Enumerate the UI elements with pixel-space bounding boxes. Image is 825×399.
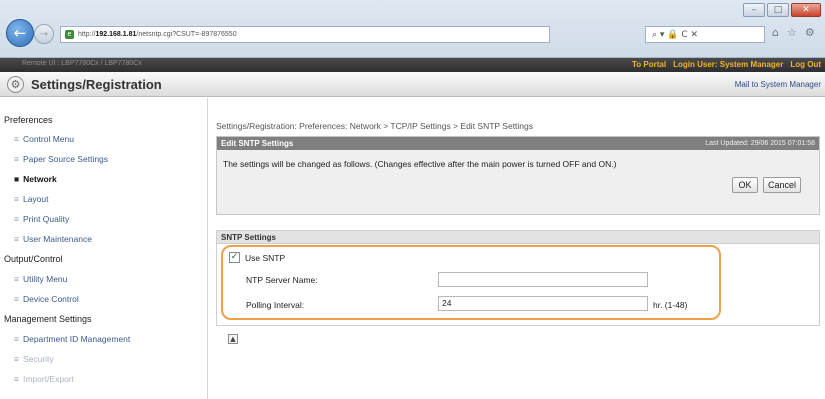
sidebar-item-utility-menu[interactable]: ≡ Utility Menu [14, 274, 67, 284]
edit-sntp-header: Edit SNTP Settings Last Updated: 29/06 2… [217, 137, 819, 150]
url-path: /netsntp.cgi?CSUT=-897876550 [136, 31, 237, 38]
sidebar-item-import-export[interactable]: ≡ Import/Export [14, 374, 74, 384]
page-header: ⚙ Settings/Registration Mail to System M… [0, 72, 825, 97]
use-sntp-label: Use SNTP [245, 253, 286, 263]
settings-gear-icon: ⚙ [7, 76, 24, 93]
sntp-settings-header: SNTP Settings [217, 231, 819, 244]
sidebar-item-label: User Maintenance [22, 234, 92, 244]
sidebar: Preferences ≡ Control Menu ≡ Paper Source … [0, 98, 208, 399]
cancel-button[interactable]: Cancel [763, 177, 801, 193]
back-arrow-icon[interactable]: ← [6, 19, 34, 47]
sidebar-group-preferences: Preferences [4, 115, 53, 125]
polling-interval-label: Polling Interval: [246, 300, 305, 310]
edit-sntp-panel: Edit SNTP Settings Last Updated: 29/06 2… [216, 136, 820, 215]
page-title: Settings/Registration [31, 77, 162, 92]
address-bar[interactable]: e http:// 192.168.1.81 /netsntp.cgi?CSUT… [60, 26, 550, 43]
portal-links: To Portal Login User: System Manager Log… [632, 60, 821, 69]
sidebar-group-output-control: Output/Control [4, 254, 63, 264]
home-icon[interactable]: ⌂ [772, 26, 779, 39]
mail-to-system-manager-link[interactable]: Mail to System Manager [735, 80, 821, 89]
login-user-text: Login User: System Manager [673, 60, 784, 69]
maximize-icon[interactable]: □ [767, 3, 789, 17]
address-tools-icons[interactable]: ⌕ ▾ 🔒 C ✕ [652, 30, 698, 40]
sidebar-item-network[interactable]: ■ Network [14, 174, 57, 184]
forward-arrow-icon[interactable]: → [34, 24, 54, 44]
address-tools[interactable]: ⌕ ▾ 🔒 C ✕ [645, 26, 765, 43]
sidebar-item-layout[interactable]: ≡ Layout [14, 194, 49, 204]
sidebar-item-user-maintenance[interactable]: ≡ User Maintenance [14, 234, 92, 244]
settings-gear-icon[interactable]: ⚙ [805, 26, 815, 39]
to-portal-link[interactable]: To Portal [632, 60, 666, 69]
sidebar-item-device-control[interactable]: ≡ Device Control [14, 294, 79, 304]
logout-link[interactable]: Log Out [790, 60, 821, 69]
sidebar-item-label: Security [22, 354, 54, 364]
site-icon: e [65, 30, 74, 39]
sidebar-item-control-menu[interactable]: ≡ Control Menu [14, 134, 74, 144]
sidebar-item-label: Utility Menu [22, 274, 68, 284]
sidebar-item-security[interactable]: ≡ Security [14, 354, 54, 364]
close-icon[interactable]: ✕ [791, 3, 821, 17]
browser-chrome: – □ ✕ ← → e http:// 192.168.1.81 /netsnt… [0, 0, 825, 58]
sidebar-item-department-id-management[interactable]: ≡ Department ID Management [14, 334, 130, 344]
window-controls: – □ ✕ [743, 3, 821, 17]
change-notice: The settings will be changed as follows.… [223, 159, 617, 169]
sidebar-item-label: Device Control [22, 294, 79, 304]
breadcrumb: Settings/Registration: Preferences: Netw… [216, 121, 534, 131]
sidebar-item-label: Department ID Management [22, 334, 131, 344]
ok-button[interactable]: OK [732, 177, 758, 193]
sidebar-item-label: Print Quality [22, 214, 70, 224]
device-name: Remote UI : LBP7780Cx / LBP7780Cx [22, 60, 142, 67]
url-host: 192.168.1.81 [95, 31, 137, 38]
sidebar-item-label: Import/Export [22, 374, 74, 384]
sidebar-item-label: Network [23, 174, 57, 184]
sidebar-item-print-quality[interactable]: ≡ Print Quality [14, 214, 69, 224]
sidebar-item-label: Paper Source Settings [22, 154, 109, 164]
portal-bar: Remote UI : LBP7780Cx / LBP7780Cx To Por… [0, 58, 825, 72]
use-sntp-checkbox[interactable]: ✓ [229, 252, 240, 263]
sidebar-item-label: Layout [22, 194, 49, 204]
minimize-icon[interactable]: – [743, 3, 765, 17]
edit-sntp-body: The settings will be changed as follows.… [217, 150, 819, 214]
last-updated-text: Last Updated: 29/06 2015 07:01:58 [705, 140, 815, 147]
polling-interval-unit: hr. (1-48) [653, 300, 688, 310]
ntp-server-name-label: NTP Server Name: [246, 275, 318, 285]
sidebar-item-paper-source-settings[interactable]: ≡ Paper Source Settings [14, 154, 108, 164]
sidebar-group-management-settings: Management Settings [4, 314, 92, 324]
favorites-star-icon[interactable]: ☆ [787, 26, 797, 39]
sidebar-item-label: Control Menu [22, 134, 74, 144]
url-prefix: http:// [78, 31, 96, 38]
polling-interval-input[interactable]: 24 [438, 296, 648, 311]
edit-sntp-title: Edit SNTP Settings [221, 139, 294, 148]
browser-toolbar-icons: ⌂ ☆ ⚙ [772, 26, 815, 39]
ntp-server-name-input[interactable] [438, 272, 648, 287]
back-to-top-icon[interactable]: ▲ [228, 334, 238, 344]
